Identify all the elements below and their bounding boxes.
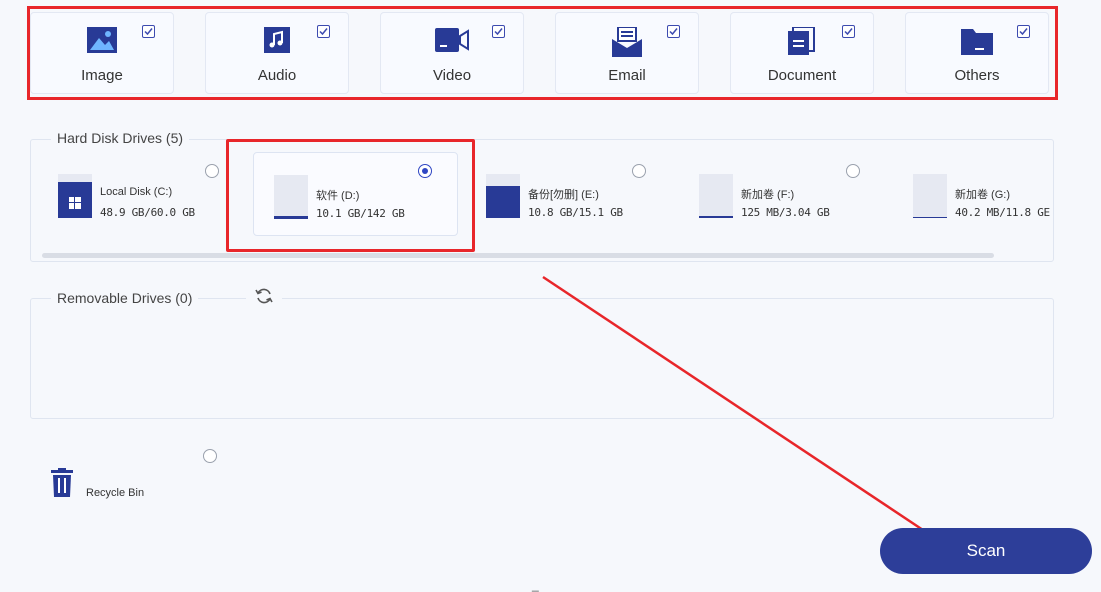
annotation-arrow — [542, 275, 962, 556]
scan-button[interactable]: Scan — [880, 528, 1092, 574]
page-marker: _ — [532, 578, 539, 592]
